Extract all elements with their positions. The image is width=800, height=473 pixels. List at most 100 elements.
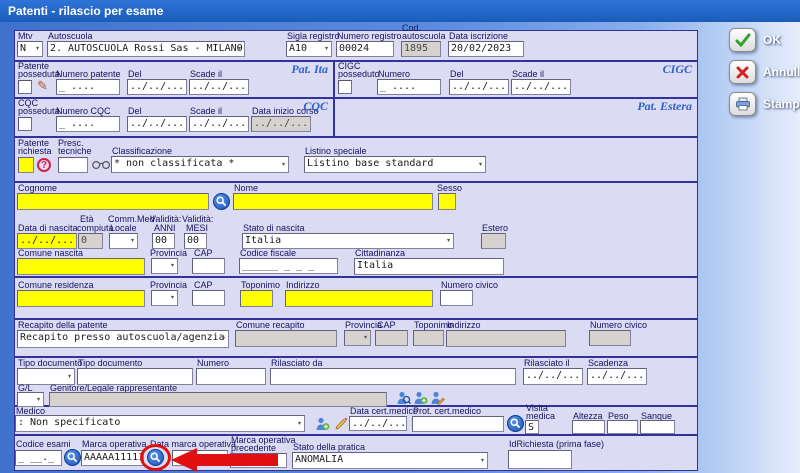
presc-tecniche-field[interactable] (58, 157, 88, 173)
data-iscrizione-field[interactable]: 20/02/2023 (448, 41, 524, 57)
rilasciato-il-label: Rilasciato il (524, 359, 570, 368)
cittadinanza-field[interactable]: Italia (354, 258, 504, 275)
cap-nascita-field[interactable] (192, 258, 225, 274)
comm-med-select[interactable] (109, 233, 138, 249)
numero-civico-residenza-label: Numero civico (441, 281, 498, 290)
cod-autoscuola-label-2: autoscuola (402, 32, 446, 41)
data-cert-medico-field[interactable]: ../../.... (349, 416, 407, 431)
gl-select[interactable] (17, 392, 44, 407)
cigc-scade-field[interactable]: ../../.... (511, 79, 571, 95)
patente-del-field[interactable]: ../../.... (127, 79, 187, 95)
sesso-field[interactable] (438, 193, 456, 210)
provincia-recapito-select (344, 330, 371, 346)
numero-patente-field[interactable]: _ .... (56, 79, 120, 95)
cigc-del-field[interactable]: ../../.... (449, 79, 509, 95)
recapito-patente-select[interactable]: Recapito presso autoscuola/agenzia (17, 330, 229, 348)
validita-anni-field[interactable]: 00 (152, 233, 175, 249)
data-nascita-field[interactable]: ../../.... (17, 233, 77, 249)
comune-residenza-label: Comune residenza (18, 281, 94, 290)
medico-add-icon[interactable] (315, 416, 330, 431)
numero-civico-recapito-label: Numero civico (590, 321, 647, 330)
patente-del-label: Del (128, 70, 142, 79)
scadenza-field[interactable]: ../../.... (587, 368, 647, 385)
help-question-icon[interactable] (37, 158, 51, 172)
cqc-posseduta-checkbox[interactable] (18, 117, 32, 131)
codice-esami-field[interactable]: _ __._ (15, 450, 62, 466)
numero-civico-residenza-field[interactable] (440, 290, 473, 306)
comune-nascita-field[interactable] (17, 258, 145, 275)
cigc-posseduto-label-2: posseduto (338, 70, 380, 79)
peso-field[interactable] (607, 420, 638, 434)
medico-select[interactable]: : Non specificato (15, 415, 305, 432)
patente-scade-field[interactable]: ../../.... (189, 79, 249, 95)
numero-cqc-field[interactable]: _ .... (56, 116, 120, 132)
stato-pratica-select[interactable]: ANOMALIA (292, 452, 488, 469)
indirizzo-recapito-label: Indirizzo (447, 321, 481, 330)
validita-mesi-field[interactable]: 00 (184, 233, 207, 249)
numero-civico-recapito-field (589, 330, 631, 346)
ok-button-label: OK (763, 33, 781, 47)
medico-edit-icon[interactable] (334, 416, 349, 431)
rilasciato-da-field[interactable] (270, 368, 516, 385)
prot-cert-medico-label: Prot. cert.medico (413, 407, 481, 416)
cigc-posseduto-checkbox[interactable] (338, 80, 352, 94)
numero-registro-field[interactable]: 00024 (336, 41, 394, 57)
patente-richiesta-field[interactable] (18, 157, 34, 173)
cap-recapito-label: CAP (377, 321, 396, 330)
cognome-field[interactable] (17, 193, 209, 210)
rilasciato-da-label: Rilasciato da (271, 359, 323, 368)
cigc-del-label: Del (450, 70, 464, 79)
check-icon (735, 33, 751, 47)
patente-scade-label: Scade il (190, 70, 222, 79)
autoscuola-select[interactable]: 2. AUTOSCUOLA Rossi Sas - MILANO (47, 41, 245, 57)
marca-operativa-label: Marca operativa (82, 440, 147, 449)
person-add-icon[interactable] (413, 390, 428, 405)
marca-operativa-field[interactable]: AAAAA11111 (81, 450, 144, 466)
patente-posseduta-checkbox[interactable] (18, 80, 32, 94)
edit-pencil-icon[interactable]: ✎ (37, 79, 48, 92)
stato-nascita-select[interactable]: Italia (242, 233, 454, 249)
genitore-field (49, 392, 387, 407)
nome-field[interactable] (233, 193, 433, 210)
visita-medica-field[interactable]: S (525, 420, 539, 434)
annulla-button[interactable] (729, 60, 756, 84)
provincia-nascita-select[interactable] (151, 258, 178, 274)
cqc-scade-field[interactable]: ../../.... (189, 116, 249, 132)
sigla-registro-select[interactable]: A10 (286, 41, 332, 57)
person-search-icon[interactable] (396, 390, 411, 405)
listino-speciale-select[interactable]: Listino base standard (304, 156, 486, 173)
id-richiesta-field[interactable] (508, 450, 572, 469)
documento-numero-field[interactable] (196, 368, 266, 385)
stampa-button[interactable] (729, 92, 756, 116)
comune-residenza-field[interactable] (17, 290, 145, 307)
cigc-numero-field[interactable]: _ .... (377, 79, 441, 95)
codice-esami-search-icon[interactable] (64, 449, 81, 466)
provincia-nascita-label: Provincia (150, 249, 187, 258)
cap-residenza-field[interactable] (192, 290, 225, 306)
search-person-icon[interactable] (213, 193, 230, 210)
eyeglasses-icon[interactable] (92, 160, 111, 170)
codice-fiscale-field[interactable]: ______ _ _ _ (239, 258, 338, 274)
data-nascita-label: Data di nascita (18, 224, 78, 233)
cittadinanza-label: Cittadinanza (355, 249, 405, 258)
cqc-del-field[interactable]: ../../.... (127, 116, 187, 132)
stampa-button-label: Stampa (763, 97, 800, 111)
prot-cert-medico-field[interactable] (412, 416, 504, 432)
toponimo-residenza-field[interactable] (240, 290, 273, 307)
cqc-tag: CQC (296, 99, 328, 114)
numero-patente-label: Numero patente (56, 70, 121, 79)
cqc-posseduta-label-2: posseduta (18, 107, 60, 116)
cap-recapito-field (375, 330, 408, 346)
indirizzo-residenza-field[interactable] (285, 290, 433, 307)
indirizzo-residenza-label: Indirizzo (286, 281, 320, 290)
classificazione-select[interactable]: * non classificata * (111, 156, 289, 173)
cap-nascita-label: CAP (194, 249, 213, 258)
sangue-field[interactable] (640, 420, 675, 434)
prot-search-icon[interactable] (507, 415, 524, 432)
provincia-residenza-select[interactable] (151, 290, 178, 306)
ok-button[interactable] (729, 28, 756, 52)
altezza-field[interactable] (572, 420, 605, 434)
person-edit-icon[interactable] (430, 390, 445, 405)
mtv-select[interactable]: N (17, 41, 43, 57)
rilasciato-il-field[interactable]: ../../.... (523, 368, 583, 385)
